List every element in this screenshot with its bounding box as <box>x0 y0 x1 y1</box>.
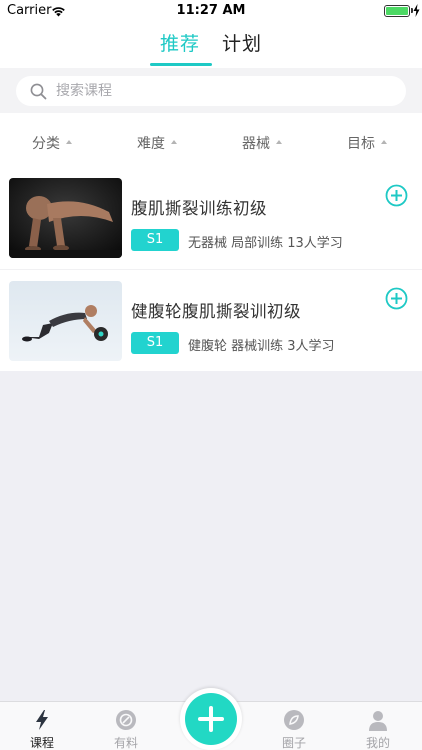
course-card[interactable]: 腹肌撕裂训练初级 S1 无器械 局部训练 13人学习 <box>0 167 422 269</box>
top-tab-bar: 推荐 计划 <box>0 22 422 68</box>
compass-circle-icon <box>116 710 136 730</box>
caret-up-icon <box>66 140 72 144</box>
filter-goal-label: 目标 <box>347 136 375 152</box>
tabbar-label: 有料 <box>113 736 138 750</box>
search-input[interactable] <box>56 76 386 106</box>
course-thumbnail <box>9 281 122 361</box>
tab-recommend[interactable]: 推荐 <box>160 29 200 56</box>
caret-up-icon <box>381 140 387 144</box>
search-area <box>0 68 422 113</box>
search-box[interactable] <box>16 76 406 106</box>
filter-bar: 分类 难度 器械 目标 <box>0 113 422 167</box>
circle-leaf-icon <box>284 710 304 730</box>
course-title: 腹肌撕裂训练初级 <box>131 199 267 218</box>
tabbar-item-courses[interactable]: 课程 <box>0 702 84 750</box>
filter-difficulty-label: 难度 <box>137 136 165 152</box>
course-meta: 健腹轮 器械训练 3人学习 <box>188 339 335 354</box>
filter-goal[interactable]: 目标 <box>347 133 387 153</box>
filter-equipment[interactable]: 器械 <box>242 133 282 153</box>
filter-category[interactable]: 分类 <box>32 133 72 153</box>
course-list: 腹肌撕裂训练初级 S1 无器械 局部训练 13人学习 健腹轮腹肌撕裂训初级 S1… <box>0 167 422 371</box>
caret-up-icon <box>276 140 282 144</box>
charging-bolt-icon <box>413 4 420 17</box>
course-meta: 无器械 局部训练 13人学习 <box>188 236 343 251</box>
tabbar-item-circle[interactable]: 圈子 <box>252 702 336 750</box>
course-title: 健腹轮腹肌撕裂训初级 <box>131 302 301 321</box>
search-icon <box>30 83 47 100</box>
plus-icon <box>198 706 224 732</box>
course-card[interactable]: 健腹轮腹肌撕裂训初级 S1 健腹轮 器械训练 3人学习 <box>0 269 422 371</box>
tabbar-item-me[interactable]: 我的 <box>336 702 420 750</box>
filter-difficulty[interactable]: 难度 <box>137 133 177 153</box>
add-course-button[interactable] <box>385 287 408 310</box>
tabbar-item-discover[interactable]: 有料 <box>84 702 168 750</box>
clock: 11:27 AM <box>176 3 246 18</box>
person-icon <box>369 711 387 731</box>
tabbar-label: 我的 <box>365 736 390 750</box>
battery-icon <box>384 5 410 17</box>
tabbar-label: 圈子 <box>281 736 306 750</box>
level-badge: S1 <box>131 229 179 251</box>
filter-equipment-label: 器械 <box>242 136 270 152</box>
filter-category-label: 分类 <box>32 136 60 152</box>
tab-plan[interactable]: 计划 <box>222 29 262 56</box>
tabbar-label: 课程 <box>29 736 54 750</box>
level-badge: S1 <box>131 332 179 354</box>
course-thumbnail <box>9 178 122 258</box>
status-bar: Carrier 11:27 AM <box>0 0 422 22</box>
add-plus-button[interactable] <box>180 688 242 750</box>
add-course-button[interactable] <box>385 184 408 207</box>
caret-up-icon <box>171 140 177 144</box>
lightning-icon <box>36 710 48 730</box>
active-tab-indicator <box>150 63 212 66</box>
